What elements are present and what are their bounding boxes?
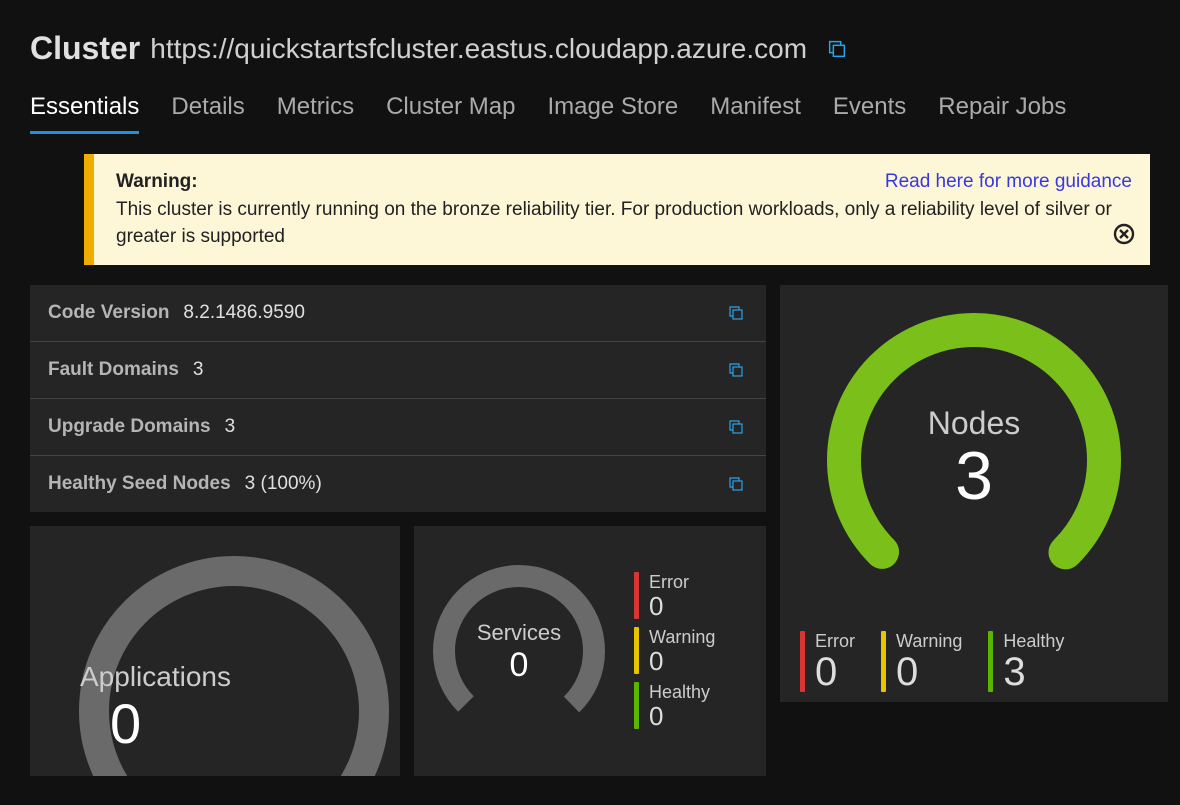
services-count: 0 [424, 646, 614, 685]
copy-url-icon[interactable] [825, 37, 849, 61]
services-label: Services [424, 620, 614, 646]
status-bar-icon [634, 682, 639, 729]
status-name: Healthy [649, 682, 710, 703]
warning-guidance-link[interactable]: Read here for more guidance [885, 168, 1132, 196]
cluster-url: https://quickstartsfcluster.eastus.cloud… [150, 33, 807, 65]
nodes-panel: Nodes 3 Error 0 Warning 0 [780, 285, 1168, 702]
copy-icon[interactable] [724, 472, 748, 496]
status-bar-icon [800, 631, 805, 692]
tab-cluster-map[interactable]: Cluster Map [386, 87, 515, 134]
warning-banner: Read here for more guidance Warning: Thi… [84, 154, 1150, 265]
status-bar-icon [634, 572, 639, 619]
copy-icon[interactable] [724, 301, 748, 325]
status-error: Error 0 [634, 572, 715, 619]
services-status-list: Error 0 Warning 0 Heal [634, 572, 715, 729]
applications-panel: Applications 0 [30, 526, 400, 776]
tab-events[interactable]: Events [833, 87, 906, 134]
tab-image-store[interactable]: Image Store [547, 87, 678, 134]
services-panel: Services 0 Error 0 [414, 526, 766, 776]
status-name: Healthy [1003, 631, 1064, 652]
info-value: 3 (100%) [245, 473, 322, 495]
tab-repair-jobs[interactable]: Repair Jobs [938, 87, 1066, 134]
nodes-count: 3 [928, 442, 1021, 510]
status-value: 0 [649, 593, 689, 619]
copy-icon[interactable] [724, 358, 748, 382]
warning-body: This cluster is currently running on the… [116, 196, 1132, 251]
info-label: Fault Domains [48, 359, 179, 381]
nodes-status-list: Error 0 Warning 0 Healthy 3 [790, 631, 1158, 692]
status-error: Error 0 [800, 631, 855, 692]
page-header: Cluster https://quickstartsfcluster.east… [0, 0, 1180, 77]
status-warning: Warning 0 [634, 627, 715, 674]
page-title: Cluster [30, 30, 140, 67]
cluster-info-panel: Code Version 8.2.1486.9590 Fault Domains… [30, 285, 766, 512]
status-value: 0 [815, 652, 855, 692]
tab-essentials[interactable]: Essentials [30, 87, 139, 134]
info-label: Upgrade Domains [48, 416, 211, 438]
status-value: 0 [649, 703, 710, 729]
status-name: Error [815, 631, 855, 652]
info-value: 3 [193, 359, 204, 381]
applications-count: 0 [110, 691, 141, 756]
info-row-healthy-seed-nodes: Healthy Seed Nodes 3 (100%) [30, 456, 766, 512]
status-healthy: Healthy 3 [988, 631, 1064, 692]
status-bar-icon [634, 627, 639, 674]
tab-details[interactable]: Details [171, 87, 244, 134]
status-value: 0 [649, 648, 715, 674]
status-value: 3 [1003, 652, 1064, 692]
info-row-upgrade-domains: Upgrade Domains 3 [30, 399, 766, 456]
status-name: Warning [896, 631, 962, 652]
tab-bar: Essentials Details Metrics Cluster Map I… [0, 77, 1180, 134]
status-value: 0 [896, 652, 962, 692]
status-bar-icon [881, 631, 886, 692]
status-name: Warning [649, 627, 715, 648]
status-healthy: Healthy 0 [634, 682, 715, 729]
info-row-fault-domains: Fault Domains 3 [30, 342, 766, 399]
tab-manifest[interactable]: Manifest [710, 87, 801, 134]
applications-label: Applications [80, 661, 231, 693]
nodes-label: Nodes [928, 405, 1021, 442]
info-value: 8.2.1486.9590 [183, 302, 305, 324]
close-icon[interactable] [1112, 222, 1136, 255]
info-row-code-version: Code Version 8.2.1486.9590 [30, 285, 766, 342]
status-warning: Warning 0 [881, 631, 962, 692]
applications-ring-icon [44, 536, 400, 776]
info-label: Healthy Seed Nodes [48, 473, 231, 495]
status-name: Error [649, 572, 689, 593]
status-bar-icon [988, 631, 993, 692]
tab-metrics[interactable]: Metrics [277, 87, 354, 134]
copy-icon[interactable] [724, 415, 748, 439]
info-value: 3 [225, 416, 236, 438]
info-label: Code Version [48, 302, 169, 324]
